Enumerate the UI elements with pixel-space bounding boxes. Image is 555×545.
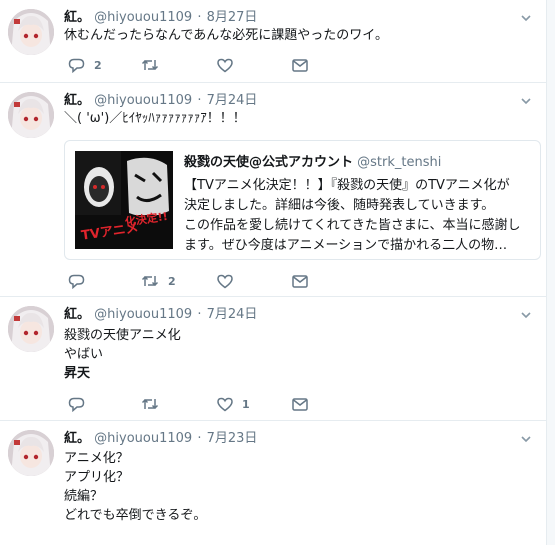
- scrollbar-track[interactable]: [547, 0, 555, 545]
- tweet-text-line: やばい: [64, 347, 104, 362]
- like-icon: [217, 58, 233, 72]
- retweet-count: 2: [168, 274, 176, 288]
- quoted-text-line: ます。ぜひ今度はアニメーションで描かれる二人の物…: [184, 238, 508, 253]
- quoted-text-line: 決定しました。詳細は今後、随時発表していきます。: [184, 198, 495, 213]
- avatar[interactable]: [8, 92, 54, 138]
- tweet-date[interactable]: 7月24日: [207, 93, 258, 108]
- dm-icon: [292, 274, 308, 288]
- user-handle[interactable]: @hiyouou1109: [94, 93, 192, 108]
- reply-button[interactable]: 2: [68, 56, 102, 74]
- user-handle[interactable]: @hiyouou1109: [94, 10, 192, 25]
- caret-down-icon[interactable]: [520, 309, 532, 321]
- tweet[interactable]: 紅。 @hiyouou1109 · 7月24日 殺戮の天使アニメ化 やばい 昇天…: [0, 297, 546, 421]
- tweet-text-line: アニメ化？: [64, 451, 129, 466]
- like-icon: [217, 397, 233, 411]
- tweet[interactable]: 紅。 @hiyouou1109 · 7月24日 ＼( 'ω')／ﾋｲﾔｯﾊｧｧｧ…: [0, 83, 546, 297]
- like-count: 1: [242, 397, 250, 411]
- retweet-icon: [141, 59, 159, 71]
- tweet-text: 休むんだったらなんであんな必死に課題やったのワイ。: [64, 26, 388, 45]
- quoted-user-handle[interactable]: @strk_tenshi: [357, 155, 441, 170]
- separator-dot: ·: [197, 431, 202, 446]
- caret-down-icon[interactable]: [520, 12, 532, 24]
- caret-down-icon[interactable]: [520, 95, 532, 107]
- avatar[interactable]: [8, 430, 54, 476]
- quoted-tweet-text: 【TVアニメ化決定！！】『殺戮の天使』のTVアニメ化が 決定しました。詳細は今後…: [184, 176, 534, 256]
- tweet-date[interactable]: 7月23日: [207, 431, 258, 446]
- tweet-actions: 1: [64, 395, 334, 413]
- like-icon: [217, 274, 233, 288]
- tweet-text: ＼( 'ω')／ﾋｲﾔｯﾊｧｧｧｧｧｧｧｱ！！！: [64, 109, 246, 128]
- reply-count: 2: [94, 58, 102, 72]
- tweet-date[interactable]: 7月24日: [207, 307, 258, 322]
- reply-icon: [68, 58, 85, 73]
- tweet-text: 殺戮の天使アニメ化 やばい 昇天: [64, 326, 181, 383]
- dm-button[interactable]: [292, 395, 308, 413]
- reply-button[interactable]: [68, 272, 94, 290]
- reply-icon: [68, 274, 85, 289]
- tweet-text-line: 休むんだったらなんであんな必死に課題やったのワイ。: [64, 28, 388, 43]
- display-name[interactable]: 紅。: [64, 307, 90, 322]
- reply-button[interactable]: [68, 395, 94, 413]
- user-handle[interactable]: @hiyouou1109: [94, 431, 192, 446]
- retweet-icon: [141, 398, 159, 410]
- display-name[interactable]: 紅。: [64, 93, 90, 108]
- separator-dot: ·: [197, 10, 202, 25]
- dm-button[interactable]: [292, 272, 308, 290]
- like-button[interactable]: [217, 272, 242, 290]
- reply-icon: [68, 397, 85, 412]
- retweet-button[interactable]: [141, 56, 168, 74]
- tweet-actions: 2: [64, 272, 334, 290]
- separator-dot: ·: [197, 307, 202, 322]
- dm-icon: [292, 58, 308, 72]
- tweet[interactable]: 紅。 @hiyouou1109 · 7月23日 アニメ化？ アプリ化？ 続編？ …: [0, 421, 546, 545]
- tweet[interactable]: 紅。 @hiyouou1109 · 8月27日 休むんだったらなんであんな必死に…: [0, 0, 546, 83]
- retweet-button[interactable]: 2: [141, 272, 176, 290]
- quoted-text-line: この作品を愛し続けてくれてきた皆さまに、本当に感謝し: [184, 218, 521, 233]
- dm-icon: [292, 397, 308, 411]
- dm-button[interactable]: [292, 56, 308, 74]
- tweet-text-line: どれでも卒倒できるぞ。: [64, 508, 207, 523]
- avatar[interactable]: [8, 9, 54, 55]
- retweet-icon: [141, 275, 159, 287]
- quoted-text-line: 【TVアニメ化決定！！】『殺戮の天使』のTVアニメ化が: [184, 178, 510, 193]
- tweet-text-line: 続編？: [64, 489, 104, 504]
- like-button[interactable]: 1: [217, 395, 250, 413]
- quoted-display-name[interactable]: 殺戮の天使@公式アカウント: [184, 155, 353, 170]
- tweet-date[interactable]: 8月27日: [207, 10, 258, 25]
- tweet-text-line: ＼( 'ω')／ﾋｲﾔｯﾊｧｧｧｧｧｧｧｱ！！！: [64, 111, 246, 126]
- retweet-button[interactable]: [141, 395, 168, 413]
- tweet-text-line: 昇天: [64, 366, 91, 381]
- tweet-actions: 2: [64, 56, 334, 74]
- timeline: 紅。 @hiyouou1109 · 8月27日 休むんだったらなんであんな必死に…: [0, 0, 547, 545]
- tweet-text-line: 殺戮の天使アニメ化: [64, 328, 181, 343]
- display-name[interactable]: 紅。: [64, 431, 90, 446]
- tweet-text-line: アプリ化？: [64, 470, 130, 485]
- user-handle[interactable]: @hiyouou1109: [94, 307, 192, 322]
- quoted-tweet-card[interactable]: TVアニメ 化決定!! 殺戮の天使@公式アカウント @strk_tenshi 【…: [64, 140, 541, 260]
- avatar[interactable]: [8, 306, 54, 352]
- caret-down-icon[interactable]: [520, 433, 532, 445]
- tweet-text: アニメ化？ アプリ化？ 続編？ どれでも卒倒できるぞ。: [64, 449, 206, 525]
- quoted-tweet-image: TVアニメ 化決定!!: [75, 151, 173, 249]
- like-button[interactable]: [217, 56, 242, 74]
- display-name[interactable]: 紅。: [64, 10, 90, 25]
- separator-dot: ·: [197, 93, 202, 108]
